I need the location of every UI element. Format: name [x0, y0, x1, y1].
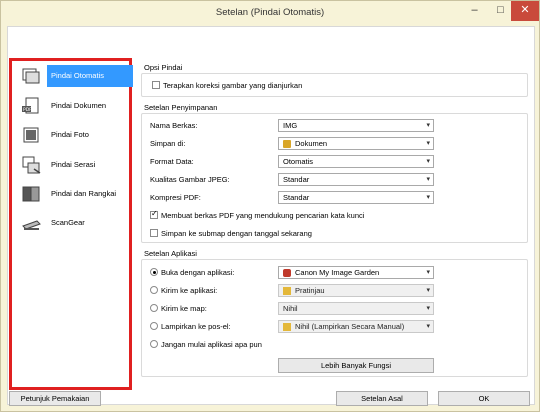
subfolder-checkbox[interactable] — [150, 229, 158, 238]
save-in-value: Dokumen — [295, 139, 328, 148]
pdf-keyword-checkbox[interactable] — [150, 209, 158, 220]
sidebar-item-pindai-foto[interactable]: Pindai Foto — [14, 122, 132, 148]
chevron-down-icon: ▾ — [426, 176, 430, 183]
sidebar-item-pindai-dokumen[interactable]: PDF Pindai Dokumen — [14, 93, 132, 119]
settings-content: Opsi Pindai Terapkan koreksi gambar yang… — [137, 59, 531, 377]
canon-app-icon — [283, 269, 291, 278]
app-settings-group: Setelan Aplikasi Buka dengan aplikasi: C… — [141, 249, 528, 377]
svg-text:PDF: PDF — [23, 107, 32, 113]
chevron-down-icon: ▾ — [426, 323, 430, 330]
data-format-select[interactable]: Otomatis ▾ — [278, 155, 434, 168]
save-in-label: Simpan di: — [150, 139, 186, 148]
sidebar-item-pindai-otomatis[interactable]: Pindai Otomatis — [14, 63, 133, 89]
scan-options-group: Opsi Pindai Terapkan koreksi gambar yang… — [141, 63, 528, 97]
custom-scan-icon — [22, 156, 41, 174]
send-to-app-value: Pratinjau — [295, 286, 325, 295]
sidebar-item-scangear[interactable]: ScanGear — [14, 210, 132, 236]
scan-mode-sidebar: Pindai Otomatis PDF Pindai Dokumen Pinda… — [9, 58, 133, 390]
data-format-label: Format Data: — [150, 157, 194, 166]
attach-email-value: Nihil (Lampirkan Secara Manual) — [295, 322, 405, 331]
instructions-button[interactable]: Petunjuk Pemakaian — [9, 391, 101, 406]
scan-options-title: Opsi Pindai — [144, 63, 185, 72]
preview-app-icon — [283, 287, 291, 296]
open-with-app-label: Buka dengan aplikasi: — [161, 268, 235, 277]
maximize-button[interactable]: □ — [488, 1, 513, 21]
app-settings-title: Setelan Aplikasi — [144, 249, 199, 258]
defaults-button[interactable]: Setelan Asal — [336, 391, 428, 406]
sidebar-item-pindai-serasi[interactable]: Pindai Serasi — [14, 152, 132, 178]
save-in-select[interactable]: Dokumen ▾ — [278, 137, 434, 150]
file-name-select[interactable]: IMG ▾ — [278, 119, 434, 132]
file-name-label: Nama Berkas: — [150, 121, 198, 130]
document-scan-icon: PDF — [22, 97, 39, 114]
no-app-radio[interactable] — [150, 340, 158, 349]
auto-scan-icon — [22, 68, 40, 84]
send-to-folder-label: Kirim ke map: — [161, 304, 207, 313]
sidebar-item-label: ScanGear — [51, 218, 85, 227]
subfolder-option[interactable]: Simpan ke submap dengan tanggal sekarang — [150, 229, 312, 238]
chevron-down-icon: ▾ — [426, 287, 430, 294]
pdf-compression-label: Kompresi PDF: — [150, 193, 201, 202]
attach-email-option[interactable]: Lampirkan ke pos-el: — [150, 322, 231, 331]
apply-correction-label: Terapkan koreksi gambar yang dianjurkan — [163, 81, 303, 90]
pdf-keyword-option[interactable]: Membuat berkas PDF yang mendukung pencar… — [150, 209, 365, 220]
sidebar-item-label: Pindai Otomatis — [47, 65, 133, 87]
sidebar-item-label: Pindai Foto — [51, 130, 89, 139]
email-app-icon — [283, 323, 291, 332]
send-to-app-select[interactable]: Pratinjau ▾ — [278, 284, 434, 297]
attach-email-radio[interactable] — [150, 322, 158, 331]
scangear-icon — [22, 220, 41, 230]
chevron-down-icon: ▾ — [426, 194, 430, 201]
data-format-value: Otomatis — [283, 157, 314, 166]
send-to-folder-value: Nihil — [283, 304, 298, 313]
folder-icon — [283, 140, 291, 149]
send-to-folder-select[interactable]: Nihil ▾ — [278, 302, 434, 315]
pdf-compression-select[interactable]: Standar ▾ — [278, 191, 434, 204]
sidebar-item-label: Pindai dan Rangkai — [51, 189, 117, 198]
chevron-down-icon: ▾ — [426, 140, 430, 147]
pdf-compression-value: Standar — [283, 193, 310, 202]
subfolder-label: Simpan ke submap dengan tanggal sekarang — [161, 229, 312, 238]
more-functions-button[interactable]: Lebih Banyak Fungsi — [278, 358, 434, 373]
apply-correction-option[interactable]: Terapkan koreksi gambar yang dianjurkan — [152, 81, 302, 90]
ok-button[interactable]: OK — [438, 391, 530, 406]
apply-correction-checkbox[interactable] — [152, 81, 160, 90]
title-bar: Setelan (Pindai Otomatis) – □ ✕ — [1, 1, 539, 25]
open-with-app-select[interactable]: Canon My Image Garden ▾ — [278, 266, 434, 279]
send-to-app-label: Kirim ke aplikasi: — [161, 286, 218, 295]
save-settings-group: Setelan Penyimpanan Nama Berkas: IMG ▾ Si… — [141, 103, 528, 243]
chevron-down-icon: ▾ — [426, 269, 430, 276]
save-settings-title: Setelan Penyimpanan — [144, 103, 220, 112]
open-with-app-option[interactable]: Buka dengan aplikasi: — [150, 268, 234, 277]
send-to-app-option[interactable]: Kirim ke aplikasi: — [150, 286, 217, 295]
attach-email-label: Lampirkan ke pos-el: — [161, 322, 231, 331]
open-with-app-value: Canon My Image Garden — [295, 268, 380, 277]
send-to-folder-radio[interactable] — [150, 304, 158, 313]
file-name-value: IMG — [283, 121, 298, 130]
sidebar-item-label: Pindai Dokumen — [51, 101, 107, 110]
sidebar-item-label: Pindai Serasi — [51, 160, 96, 169]
jpeg-quality-select[interactable]: Standar ▾ — [278, 173, 434, 186]
window-title: Setelan (Pindai Otomatis) — [215, 7, 325, 18]
chevron-down-icon: ▾ — [426, 158, 430, 165]
settings-window: Setelan (Pindai Otomatis) – □ ✕ Pindai O… — [0, 0, 540, 412]
attach-email-select[interactable]: Nihil (Lampirkan Secara Manual) ▾ — [278, 320, 434, 333]
close-button[interactable]: ✕ — [511, 1, 539, 21]
send-to-folder-option[interactable]: Kirim ke map: — [150, 304, 207, 313]
no-app-label: Jangan mulai aplikasi apa pun — [161, 340, 262, 349]
sidebar-item-pindai-dan-rangkai[interactable]: Pindai dan Rangkai — [14, 181, 132, 207]
pdf-keyword-label: Membuat berkas PDF yang mendukung pencar… — [161, 211, 365, 220]
chevron-down-icon: ▾ — [426, 122, 430, 129]
minimize-button[interactable]: – — [461, 1, 488, 21]
chevron-down-icon: ▾ — [426, 305, 430, 312]
photo-scan-icon — [23, 127, 39, 143]
no-app-option[interactable]: Jangan mulai aplikasi apa pun — [150, 340, 262, 349]
send-to-app-radio[interactable] — [150, 286, 158, 295]
jpeg-quality-value: Standar — [283, 175, 310, 184]
jpeg-quality-label: Kualitas Gambar JPEG: — [150, 175, 230, 184]
scan-and-stitch-icon — [22, 186, 40, 202]
open-with-app-radio[interactable] — [150, 268, 158, 277]
